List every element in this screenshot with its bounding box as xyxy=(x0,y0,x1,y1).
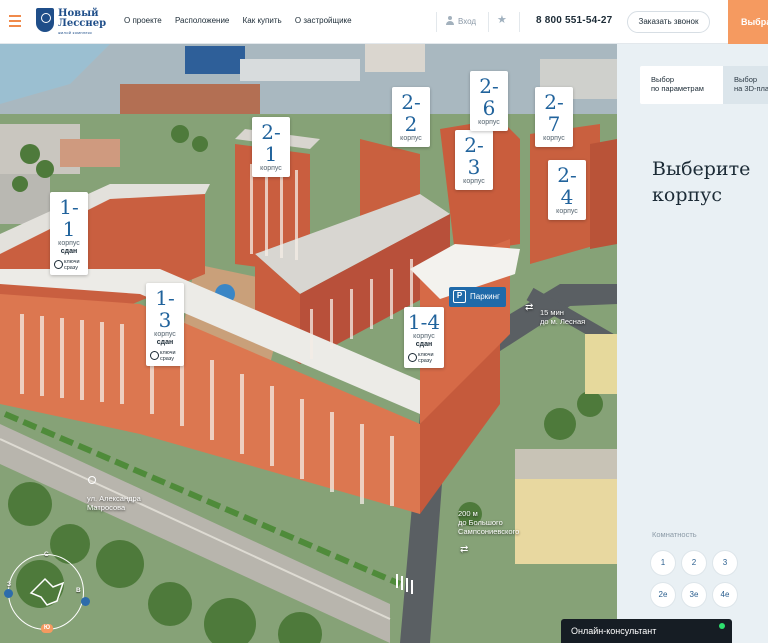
nav-how-to-buy[interactable]: Как купить xyxy=(243,16,282,25)
building-tag-2-2[interactable]: 2-2 корпус xyxy=(392,87,430,147)
aerial-scene xyxy=(0,44,617,643)
site-header: Новый Лесснер жилой комплекс О проекте Р… xyxy=(0,0,768,44)
walking-person-icon: ⇄ xyxy=(525,302,534,313)
compass-south: Ю xyxy=(41,624,53,633)
logo[interactable]: Новый Лесснер жилой комплекс xyxy=(36,8,107,36)
nav-developer[interactable]: О застройщике xyxy=(295,16,352,25)
street-note: ул. Александра Матросова xyxy=(87,494,141,512)
building-tag-2-6[interactable]: 2-6 корпус xyxy=(470,71,508,131)
parking-icon: P xyxy=(453,290,466,303)
building-tag-1-3[interactable]: 1-3 корпус сдан ключи сразу xyxy=(146,283,184,366)
page-title: Выберите корпус xyxy=(652,158,751,206)
logo-name-line2: Лесснер xyxy=(58,18,107,29)
favorites-star-icon[interactable]: ★ xyxy=(497,13,507,26)
nav-about[interactable]: О проекте xyxy=(124,16,162,25)
building-tag-2-4[interactable]: 2-4 корпус xyxy=(548,160,586,220)
parking-label: Паркинг xyxy=(470,292,500,301)
building-tag-2-1[interactable]: 2-1 корпус xyxy=(252,117,290,177)
complex-3d-map[interactable]: 1-1 корпус сдан ключи сразу 1-3 корпус с… xyxy=(0,44,617,643)
callback-button[interactable]: Заказать звонок xyxy=(627,11,710,33)
room-filter-3[interactable]: 3 xyxy=(713,551,737,575)
phone-number[interactable]: 8 800 551-54-27 xyxy=(536,15,612,26)
login-link[interactable]: Вход xyxy=(446,16,476,26)
tab-3d-plan[interactable]: Выбор на 3D-плане xyxy=(723,66,768,104)
logo-crest-icon xyxy=(36,8,54,32)
filter-sidebar: Выбор по параметрам Выбор на 3D-плане Вы… xyxy=(617,44,768,643)
room-filter-3e[interactable]: 3е xyxy=(682,583,706,607)
compass-north: С xyxy=(44,551,49,558)
room-filter-2e[interactable]: 2е xyxy=(651,583,675,607)
sampson-note: 200 м до Большого Сампсониевского xyxy=(458,509,520,536)
online-status-dot xyxy=(719,623,725,629)
user-icon xyxy=(446,16,454,25)
parking-tag[interactable]: P Паркинг xyxy=(449,287,506,307)
divider xyxy=(436,12,437,32)
building-tag-1-4[interactable]: 1-4 корпус сдан ключи сразу xyxy=(404,307,444,368)
building-tag-1-1[interactable]: 1-1 корпус сдан ключи сразу xyxy=(50,192,88,275)
map-pin-icon xyxy=(88,476,96,484)
building-tag-2-3[interactable]: 2-3 корпус xyxy=(455,130,493,190)
divider xyxy=(488,12,489,32)
compass-east: В xyxy=(76,587,81,594)
building-outline-icon xyxy=(29,577,65,606)
room-filter-1[interactable]: 1 xyxy=(651,551,675,575)
main-nav: О проекте Расположение Как купить О заст… xyxy=(124,16,363,25)
nav-location[interactable]: Расположение xyxy=(175,16,229,25)
building-tag-2-7[interactable]: 2-7 корпус xyxy=(535,87,573,147)
keys-icon: ключи сразу xyxy=(407,352,441,364)
consultant-label: Онлайн-консультант xyxy=(571,626,657,636)
logo-tagline: жилой комплекс xyxy=(58,30,93,35)
compass-rotate-right-icon[interactable] xyxy=(81,597,90,606)
online-consultant-button[interactable]: Онлайн-консультант xyxy=(561,619,732,643)
compass-widget[interactable]: С В З Ю xyxy=(4,551,90,633)
walking-person-icon: ⇄ xyxy=(460,544,469,555)
room-filter-2[interactable]: 2 xyxy=(682,551,706,575)
metro-note: 15 мин до м. Лесная xyxy=(540,308,586,326)
choose-apartment-button[interactable]: Выбрать xyxy=(728,0,768,44)
keys-icon: ключи сразу xyxy=(53,259,85,271)
menu-icon[interactable] xyxy=(9,15,21,27)
keys-icon: ключи сразу xyxy=(149,350,181,362)
rooms-label: Комнатность xyxy=(652,530,697,539)
login-label: Вход xyxy=(458,17,477,26)
compass-west: З xyxy=(7,581,12,588)
compass-rotate-left-icon[interactable] xyxy=(4,589,13,598)
divider xyxy=(519,12,520,32)
room-filter-4e[interactable]: 4е xyxy=(713,583,737,607)
